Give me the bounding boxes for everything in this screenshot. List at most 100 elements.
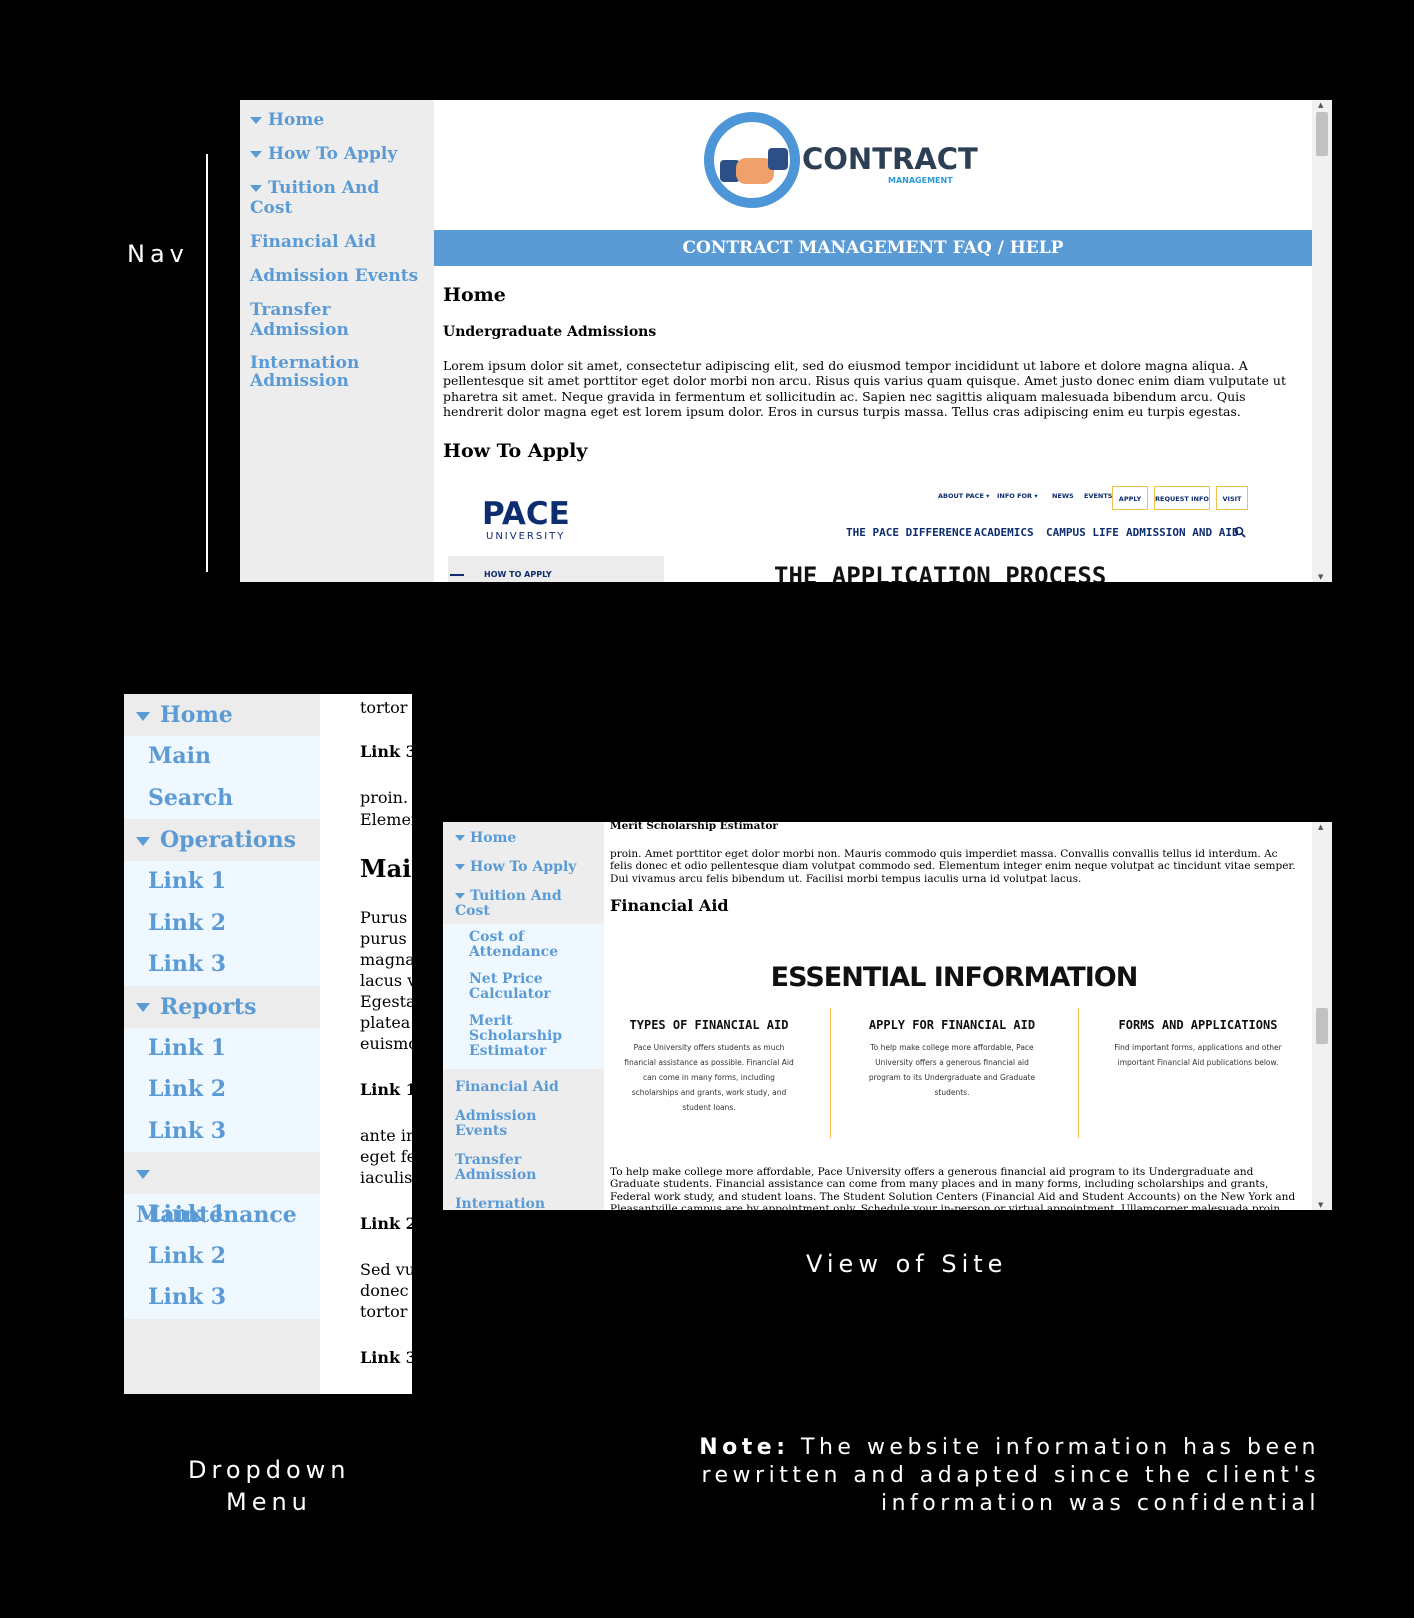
note-line-1: The website information has been xyxy=(801,1435,1320,1460)
column-text: Find important forms, applications and o… xyxy=(1114,1043,1282,1067)
dropdown-item-link[interactable]: Link 2 xyxy=(124,1069,320,1111)
merit-heading: Merit Scholarship Estimator xyxy=(610,822,778,832)
content-fragment: lacus v xyxy=(360,971,412,990)
dropdown-item-link[interactable]: Link 2 xyxy=(124,1235,320,1277)
sidebar-item-admission-events[interactable]: Admission Events xyxy=(443,1104,604,1144)
essential-information-title: ESSENTIAL INFORMATION xyxy=(770,962,1139,993)
sidebar-item-admission-events[interactable]: Admission Events xyxy=(240,262,434,290)
pace-request-info-button[interactable]: REQUEST INFO xyxy=(1154,486,1210,510)
content-fragment: Purus i xyxy=(360,908,412,927)
scrollbar[interactable]: ▲ ▼ xyxy=(1312,822,1332,1210)
dropdown-group-home[interactable]: Home xyxy=(124,694,320,736)
dropdown-item-link[interactable]: Link 3 xyxy=(124,1110,320,1152)
scrollbar-thumb[interactable] xyxy=(1316,112,1328,156)
scroll-up-icon[interactable]: ▲ xyxy=(1318,101,1323,109)
pace-topnav-info[interactable]: INFO FOR ▾ xyxy=(997,492,1038,500)
financial-aid-heading: Financial Aid xyxy=(610,896,729,915)
caret-down-icon xyxy=(136,711,150,721)
logo-text: CONTRACT xyxy=(802,142,978,176)
pace-topnav-events[interactable]: EVENTS xyxy=(1084,492,1112,500)
sidebar-item-transfer-admission[interactable]: Transfer Admission xyxy=(443,1148,604,1188)
dropdown-group-operations[interactable]: Operations xyxy=(124,819,320,861)
scroll-down-icon[interactable]: ▼ xyxy=(1318,1201,1323,1209)
dropdown-item-link[interactable]: Link 3 xyxy=(124,944,320,986)
dropdown-item-link[interactable]: Link 2 xyxy=(124,902,320,944)
search-icon[interactable] xyxy=(1234,526,1246,538)
main-content: CONTRACT MANAGEMENT CONTRACT MANAGEMENT … xyxy=(434,100,1312,582)
pace-screenshot: PACE UNIVERSITY ABOUT PACE ▾ INFO FOR ▾ … xyxy=(444,476,1284,582)
content-fragment: proin. A xyxy=(360,788,412,807)
dropdown-item-search[interactable]: Search xyxy=(124,777,320,819)
scrollbar[interactable]: ▲ ▼ xyxy=(1312,100,1332,582)
site-view-screenshot-panel: Home How To Apply Tuition And Cost Cost … xyxy=(443,822,1332,1210)
sidebar-item-financial-aid[interactable]: Financial Aid xyxy=(443,1075,604,1100)
faq-banner: CONTRACT MANAGEMENT FAQ / HELP xyxy=(434,230,1312,266)
sidebar-item-home[interactable]: Home xyxy=(240,106,434,134)
sidebar-item-internation-admission[interactable]: Internation Admission xyxy=(443,1192,557,1211)
pace-page-title: THE APPLICATION PROCESS xyxy=(774,562,1107,582)
pace-nav-difference[interactable]: THE PACE DIFFERENCE xyxy=(846,526,972,539)
heading-how-to-apply: How To Apply xyxy=(443,440,588,462)
content-fragment: Egestas xyxy=(360,992,412,1011)
types-of-aid-column: TYPES OF FINANCIAL AID Pace University o… xyxy=(604,1018,814,1115)
caret-down-icon xyxy=(250,185,262,192)
dropdown-item-main[interactable]: Main xyxy=(124,736,320,778)
column-title: TYPES OF FINANCIAL AID xyxy=(629,1018,789,1032)
column-divider xyxy=(1078,1008,1079,1138)
dropdown-item-link[interactable]: Link 1 xyxy=(124,861,320,903)
sidebar-item-financial-aid[interactable]: Financial Aid xyxy=(240,228,434,256)
dropdown-caption-line2: Menu xyxy=(226,1488,312,1516)
column-title: FORMS AND APPLICATIONS xyxy=(1118,1018,1278,1032)
caret-down-icon xyxy=(136,836,150,846)
dropdown-item-link[interactable]: Link 1 xyxy=(124,1027,320,1069)
pace-topnav-news[interactable]: NEWS xyxy=(1052,492,1074,500)
pace-nav-admission-aid[interactable]: ADMISSION AND AID xyxy=(1126,526,1239,539)
content-link[interactable]: Link 3 xyxy=(360,1348,412,1367)
pace-logo: PACE xyxy=(482,496,570,532)
tuition-submenu: Cost of Attendance Net Price Calculator … xyxy=(443,924,604,1069)
financial-aid-paragraph: To help make college more affordable, Pa… xyxy=(610,1166,1296,1210)
pace-nav-academics[interactable]: ACADEMICS xyxy=(974,526,1034,539)
note-label: Note: xyxy=(699,1435,790,1460)
caret-down-icon xyxy=(455,835,465,841)
pace-nav-campus-life[interactable]: CAMPUS LIFE xyxy=(1046,526,1119,539)
logo-subtext: MANAGEMENT xyxy=(888,176,953,185)
handshake-logo-icon xyxy=(704,112,800,208)
pace-topnav-about[interactable]: ABOUT PACE ▾ xyxy=(938,492,989,500)
submenu-item-merit-scholarship[interactable]: Merit Scholarship Estimator xyxy=(457,1010,599,1063)
nav-caption: Nav xyxy=(127,240,189,268)
sidebar-item-tuition[interactable]: Tuition And Cost xyxy=(240,174,434,222)
dropdown-page-content: tortor i Link 3 proin. A Elemen Mai Puru… xyxy=(360,694,412,1394)
content-link[interactable]: Link 1 xyxy=(360,1080,412,1099)
scrollbar-thumb[interactable] xyxy=(1316,1008,1328,1044)
submenu-item-net-price-calculator[interactable]: Net Price Calculator xyxy=(457,968,567,1006)
scroll-down-icon[interactable]: ▼ xyxy=(1318,573,1323,581)
sidebar-item-internation-admission[interactable]: Internation Admission xyxy=(240,350,370,394)
sidebar-item-how-to-apply[interactable]: How To Apply xyxy=(443,855,604,880)
scroll-up-icon[interactable]: ▲ xyxy=(1318,823,1323,831)
dropdown-screenshot-panel: Home Main Search Operations Link 1 Link … xyxy=(124,694,412,1394)
heading-home: Home xyxy=(443,284,506,306)
content-fragment: euismo xyxy=(360,1034,412,1053)
nav-screenshot-panel: Home How To Apply Tuition And Cost Finan… xyxy=(240,100,1332,582)
submenu-item-cost-of-attendance[interactable]: Cost of Attendance xyxy=(457,926,567,964)
sidebar-item-home[interactable]: Home xyxy=(443,826,604,851)
content-fragment: eget fe xyxy=(360,1147,412,1166)
note-caption: Note: The website information has been r… xyxy=(699,1434,1320,1518)
sidebar-item-how-to-apply[interactable]: How To Apply xyxy=(240,140,434,168)
content-link[interactable]: Link 3 xyxy=(360,742,412,761)
caret-down-icon xyxy=(136,1003,150,1012)
sidebar-item-tuition[interactable]: Tuition And Cost xyxy=(443,884,604,924)
sidebar-item-transfer-admission[interactable]: Transfer Admission xyxy=(240,296,434,344)
dropdown-group-reports[interactable]: Reports xyxy=(124,985,320,1028)
pace-apply-button[interactable]: APPLY xyxy=(1112,486,1148,510)
proin-paragraph: proin. Amet porttitor eget dolor morbi n… xyxy=(610,848,1296,885)
dropdown-item-link[interactable]: Link 3 xyxy=(124,1277,320,1319)
caret-down-icon xyxy=(455,893,465,899)
apply-for-aid-column: APPLY FOR FINANCIAL AID To help make col… xyxy=(847,1018,1057,1100)
dropdown-group-maintenance[interactable]: Maintenance xyxy=(124,1152,320,1228)
pace-visit-button[interactable]: VISIT xyxy=(1216,486,1248,510)
content-link[interactable]: Link 2 xyxy=(360,1214,412,1233)
caret-down-icon xyxy=(250,151,262,158)
forms-column: FORMS AND APPLICATIONS Find important fo… xyxy=(1093,1018,1303,1070)
